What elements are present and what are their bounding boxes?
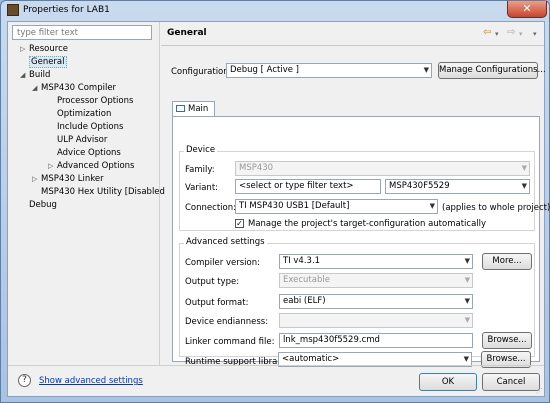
expand-icon[interactable]: ▷ [32,173,41,186]
tree-item-build[interactable]: ◢ Build [20,69,50,82]
resize-grip-icon[interactable]: ⋰ [536,387,543,395]
app-icon [7,4,19,16]
device-group-title: Device [184,145,218,155]
linker-browse-button[interactable]: Browse... [482,332,532,349]
variant-filter-input[interactable]: <select or type filter text> [235,179,381,194]
expand-icon[interactable]: ▷ [20,43,29,56]
linker-command-file-label: Linker command file: [185,337,275,347]
configuration-combo[interactable]: Debug [ Active ] ▼ [226,63,432,78]
tree-item-msp430-linker[interactable]: ▷ MSP430 Linker [32,173,104,186]
ok-button[interactable]: OK [419,373,477,391]
window-title: Properties for LAB1 [23,5,110,15]
show-advanced-settings-link[interactable]: Show advanced settings [39,376,143,386]
tree-item-processor-options[interactable]: Processor Options [48,95,133,108]
advanced-settings-title: Advanced settings [184,237,267,247]
tree-item-general[interactable]: General [20,56,67,69]
back-arrow-icon[interactable]: ⇦ [483,27,491,38]
output-format-combo[interactable]: eabi (ELF) ▼ [279,294,473,309]
chevron-down-icon: ▼ [423,66,429,74]
tree-item-advice-options[interactable]: Advice Options [48,147,121,160]
tree-item-optimization[interactable]: Optimization [48,108,111,121]
tree-item-ulp-advisor[interactable]: ULP Advisor [48,134,107,147]
cancel-button[interactable]: Cancel [482,373,540,391]
connection-note: (applies to whole project) [442,203,550,213]
output-format-label: Output format: [185,298,249,308]
filter-input[interactable]: type filter text [12,25,152,40]
collapse-icon[interactable]: ◢ [32,82,41,95]
dialog-client-area: type filter text ▷ Resource General ◢ Buil… [7,21,550,397]
variant-combo[interactable]: MSP430F5529 ▼ [385,179,530,194]
tree-item-msp430-hex-utility[interactable]: MSP430 Hex Utility [Disabled [32,186,165,199]
forward-arrow-icon[interactable]: ⇨ [507,27,515,38]
properties-tree: ▷ Resource General ◢ Build ◢ MSP430 Compile… [10,42,165,362]
chevron-down-icon: ▼ [464,276,470,284]
collapse-icon[interactable]: ◢ [20,69,29,82]
device-endianness-label: Device endianness: [185,317,269,327]
tree-item-debug[interactable]: Debug [20,199,57,212]
connection-combo[interactable]: TI MSP430 USB1 [Default] ▼ [235,199,438,214]
page-title: General [167,28,207,38]
expand-icon[interactable]: ▷ [48,160,57,173]
tree-item-resource[interactable]: ▷ Resource [20,43,68,56]
help-icon[interactable]: ? [18,374,31,387]
tree-item-msp430-compiler[interactable]: ◢ MSP430 Compiler [32,82,116,95]
tree-item-include-options[interactable]: Include Options [48,121,123,134]
page-header: General ⇦ ▾ ⇨ ▾ ▾ [161,22,544,46]
tree-item-advanced-options[interactable]: ▷ Advanced Options [48,160,134,173]
manage-target-config-checkbox[interactable]: ✓ [235,219,244,228]
family-label: Family: [185,165,215,175]
linker-command-file-input[interactable]: lnk_msp430f5529.cmd [279,333,473,348]
compiler-version-label: Compiler version: [185,258,260,268]
chevron-down-icon: ▼ [464,297,470,305]
main-tab-pane: Device Family: MSP430 ▼ Variant: <select … [172,116,550,367]
output-type-label: Output type: [185,277,240,287]
chevron-down-icon: ▼ [464,316,470,324]
chevron-down-icon: ▼ [464,257,470,265]
manage-target-config-label: Manage the project's target-configuratio… [248,219,487,229]
footer-separator [8,365,544,366]
forward-menu-icon[interactable]: ▾ [519,30,523,38]
view-menu-icon[interactable]: ▾ [533,30,537,38]
title-bar[interactable]: Properties for LAB1 ✕ [1,1,549,21]
more-button[interactable]: More... [482,253,532,270]
chevron-down-icon: ▼ [521,182,527,190]
chevron-down-icon: ▼ [521,164,527,172]
chevron-down-icon: ▼ [429,202,435,210]
variant-label: Variant: [185,183,219,193]
manage-configurations-button[interactable]: Manage Configurations... [438,62,546,79]
compiler-version-combo[interactable]: TI v4.3.1 ▼ [279,254,473,269]
connection-label: Connection: [185,203,236,213]
panel-divider[interactable] [159,22,160,365]
back-menu-icon[interactable]: ▾ [495,30,499,38]
configuration-label: Configuration: [171,67,232,77]
properties-window: Properties for LAB1 ✕ type filter text ▷… [0,0,550,403]
device-endianness-combo[interactable]: ▼ [279,313,473,328]
family-combo[interactable]: MSP430 ▼ [235,161,530,176]
main-tab-icon [176,105,185,112]
output-type-combo[interactable]: Executable ▼ [279,273,473,288]
tab-main[interactable]: Main [172,101,215,117]
window-close-button[interactable]: ✕ [507,1,547,18]
